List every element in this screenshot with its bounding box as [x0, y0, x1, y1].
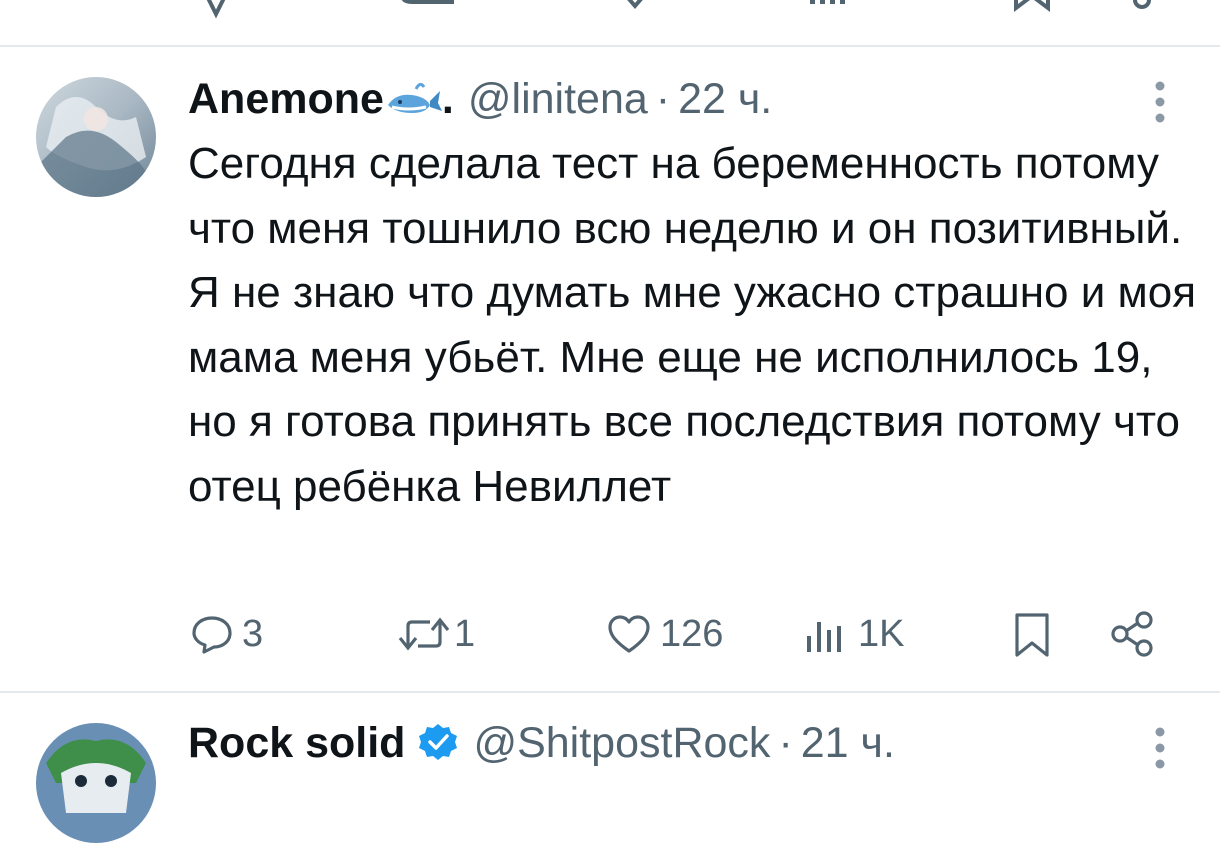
bookmark-icon[interactable] [1012, 0, 1052, 22]
like-button[interactable]: 126 [606, 609, 723, 659]
previous-tweet-action-row [0, 0, 1220, 46]
avatar[interactable] [36, 77, 156, 197]
retweet-count: 1 [454, 612, 476, 655]
like-count: 126 [660, 612, 724, 655]
views-icon[interactable] [806, 0, 848, 22]
views-button[interactable]: 1K [804, 609, 904, 659]
heart-icon [608, 615, 650, 653]
tweet-text: Сегодня сделала тест на беременность пот… [188, 139, 1197, 511]
reply-count: 3 [242, 612, 264, 655]
more-vertical-icon[interactable] [1148, 726, 1172, 770]
views-count: 1K [858, 612, 905, 655]
divider [0, 45, 1220, 47]
tweet-header: Anemone . @linitena · 22 ч. [188, 74, 772, 124]
name-period: . [441, 74, 454, 123]
display-name[interactable]: Anemone [188, 75, 384, 124]
share-icon[interactable] [1108, 610, 1156, 658]
divider [0, 691, 1220, 693]
retweet-icon[interactable] [398, 0, 458, 22]
bookmark-icon[interactable] [1012, 612, 1052, 658]
views-icon [807, 622, 841, 652]
reply-icon[interactable] [196, 0, 236, 22]
separator-dot: · [655, 74, 671, 123]
separator-dot: · [778, 718, 793, 767]
handle[interactable]: @linitena [468, 75, 648, 124]
timestamp[interactable]: 21 ч. [801, 719, 895, 768]
avatar-image [36, 77, 156, 197]
reply-icon [192, 616, 232, 654]
tweet-header: Rock solid @ShitpostRock · 21 ч. [188, 718, 895, 768]
like-icon[interactable] [612, 0, 658, 22]
avatar-image [36, 723, 156, 843]
whale-emoji [387, 82, 442, 113]
reply-button[interactable]: 3 [190, 609, 263, 659]
display-name[interactable]: Rock solid [188, 719, 405, 768]
timestamp[interactable]: 22 ч. [678, 75, 772, 124]
handle[interactable]: @ShitpostRock [473, 719, 770, 768]
more-vertical-icon[interactable] [1148, 80, 1172, 124]
retweet-button[interactable]: 1 [396, 609, 475, 659]
retweet-icon [398, 617, 450, 651]
share-icon[interactable] [1124, 0, 1160, 22]
verified-badge-icon [419, 724, 458, 760]
avatar[interactable] [36, 723, 156, 843]
